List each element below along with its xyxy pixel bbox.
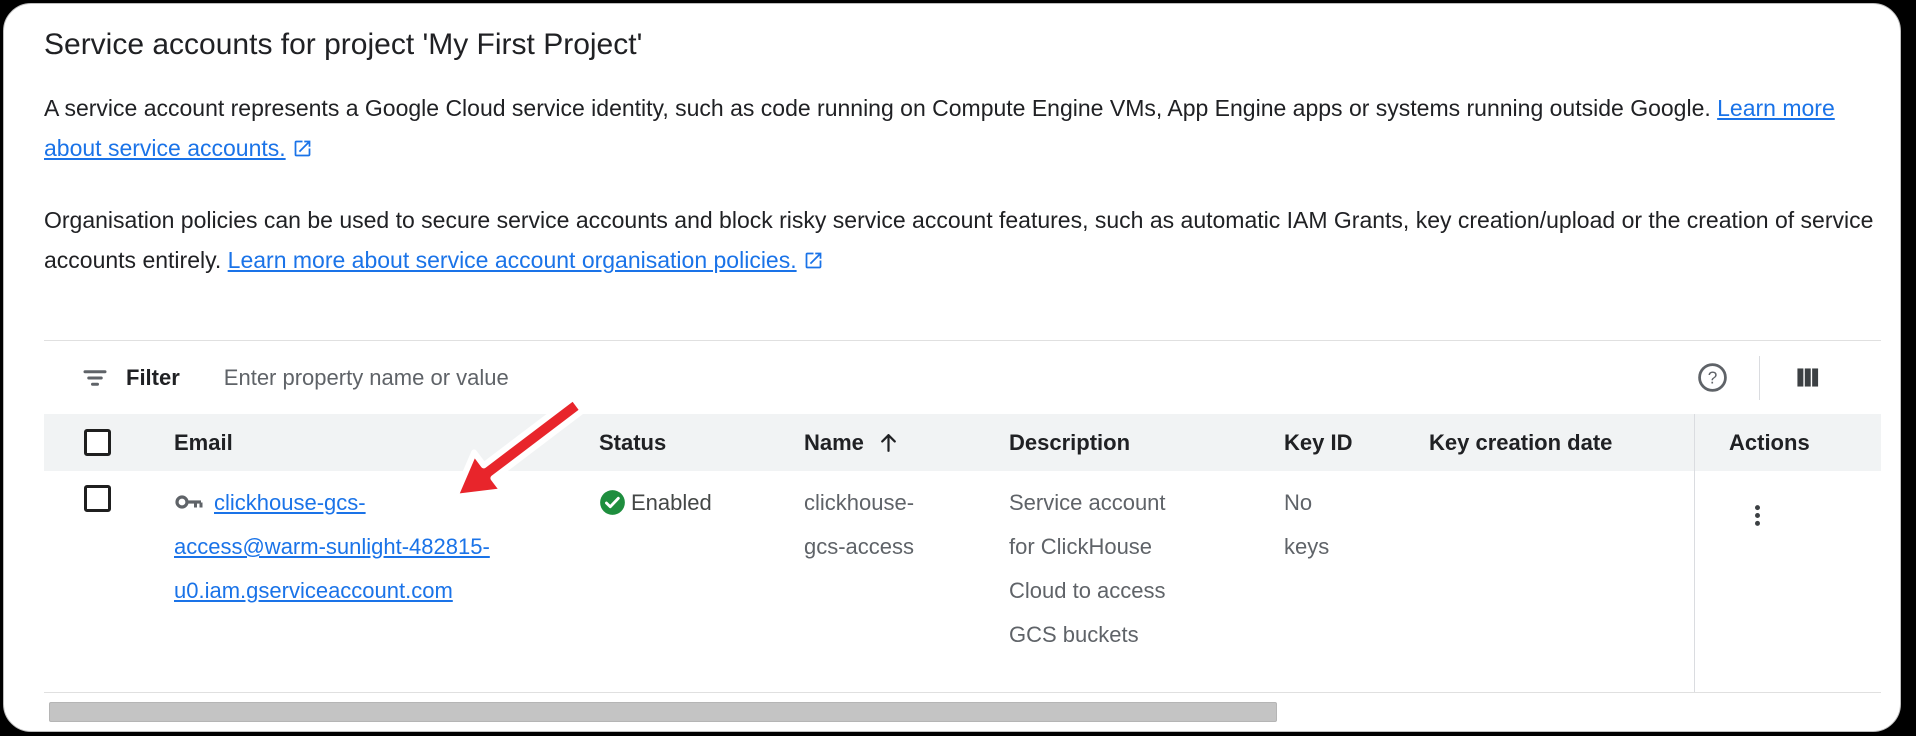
filter-icon xyxy=(80,363,110,393)
email-cell: clickhouse-gcs-access@warm-sunlight-4828… xyxy=(154,471,579,692)
column-header-key-creation-date[interactable]: Key creation date xyxy=(1409,414,1694,471)
policy-paragraph: Organisation policies can be used to sec… xyxy=(44,200,1880,280)
filter-input[interactable] xyxy=(222,364,1686,392)
kebab-menu-icon xyxy=(1744,502,1771,529)
select-all-cell xyxy=(44,414,154,471)
actions-cell xyxy=(1694,471,1880,692)
horizontal-scrollbar[interactable] xyxy=(44,702,1881,722)
page-title: Service accounts for project 'My First P… xyxy=(44,24,1880,66)
column-header-key-id[interactable]: Key ID xyxy=(1264,414,1409,471)
filter-bar: Filter ? xyxy=(44,341,1881,414)
table-row: clickhouse-gcs-access@warm-sunlight-4828… xyxy=(44,471,1881,692)
help-icon: ? xyxy=(1696,361,1729,394)
column-header-name[interactable]: Name xyxy=(784,414,989,471)
horizontal-scrollbar-thumb[interactable] xyxy=(49,702,1277,722)
help-button[interactable]: ? xyxy=(1696,361,1729,394)
column-header-description[interactable]: Description xyxy=(989,414,1264,471)
status-text: Enabled xyxy=(631,481,712,525)
service-account-key-icon xyxy=(174,490,208,514)
service-account-email-link[interactable]: clickhouse-gcs-access@warm-sunlight-4828… xyxy=(174,490,490,603)
row-select-cell xyxy=(44,471,154,692)
enabled-check-icon xyxy=(599,489,626,516)
filter-button[interactable]: Filter xyxy=(80,363,180,393)
filter-label: Filter xyxy=(126,365,180,391)
filter-bar-divider xyxy=(1759,356,1760,400)
column-header-status[interactable]: Status xyxy=(579,414,784,471)
row-actions-menu-button[interactable] xyxy=(1737,495,1777,535)
name-cell: clickhouse-gcs-access xyxy=(784,471,989,692)
external-link-icon xyxy=(292,138,313,159)
row-checkbox[interactable] xyxy=(84,485,111,512)
key-id-cell: No keys xyxy=(1264,471,1409,692)
column-header-actions: Actions xyxy=(1694,414,1880,471)
table-bottom-divider xyxy=(44,692,1881,693)
service-accounts-panel: Service accounts for project 'My First P… xyxy=(3,3,1901,732)
select-all-checkbox[interactable] xyxy=(84,429,111,456)
column-display-options-button[interactable] xyxy=(1792,362,1823,393)
svg-text:?: ? xyxy=(1708,368,1718,388)
sort-ascending-icon xyxy=(876,430,901,455)
learn-more-org-policies-link[interactable]: Learn more about service account organis… xyxy=(228,247,797,273)
intro-paragraph: A service account represents a Google Cl… xyxy=(44,88,1880,168)
column-header-email[interactable]: Email xyxy=(154,414,579,471)
description-cell: Service account for ClickHouse Cloud to … xyxy=(989,471,1264,692)
table-header-row: Email Status Name Description Key ID Key… xyxy=(44,414,1881,471)
status-cell: Enabled xyxy=(579,471,784,692)
key-creation-date-cell xyxy=(1409,471,1694,692)
intro-text: A service account represents a Google Cl… xyxy=(44,95,1711,121)
columns-icon xyxy=(1792,362,1823,393)
external-link-icon xyxy=(803,250,824,271)
